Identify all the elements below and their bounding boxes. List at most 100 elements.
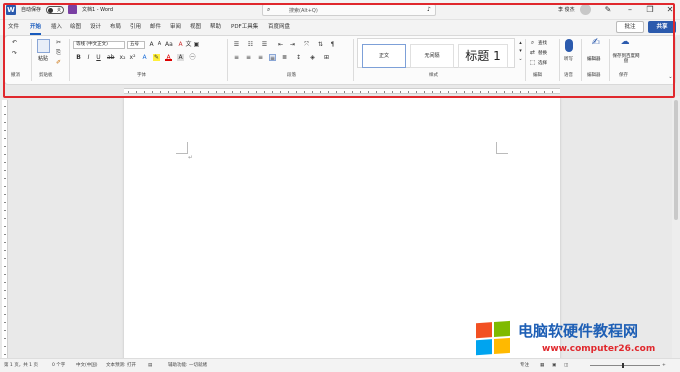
vertical-ruler[interactable] [2,100,8,358]
autosave-toggle[interactable]: 关 [46,6,64,14]
styles-more-icon[interactable]: ⌄ [517,56,524,63]
style-heading1[interactable]: 标题 1 [458,44,508,68]
find-icon[interactable]: ⌕ [529,39,536,46]
styles-scroll-down-icon[interactable]: ▾ [517,48,524,55]
clear-format-icon[interactable]: A [177,41,184,48]
save-to-baidu-label[interactable]: 保存到百度网盘 [611,54,641,64]
web-layout-icon[interactable]: ◫ [564,362,568,370]
read-mode-icon[interactable]: ▦ [540,362,544,370]
minimize-icon[interactable]: – [622,3,638,17]
chinese-layout-icon[interactable]: ⤧ [303,41,310,48]
replace-icon[interactable]: ⇄ [529,49,536,56]
zoom-slider[interactable] [590,365,660,366]
tab-file[interactable]: 文件 [8,23,19,32]
scrollbar-thumb[interactable] [674,100,678,220]
sort-icon[interactable]: ⇅ [317,41,324,48]
save-icon[interactable] [68,5,77,14]
enclose-char-icon[interactable]: ㊀ [189,54,196,61]
editor-label[interactable]: 编辑器 [587,56,601,62]
vertical-scrollbar[interactable] [672,96,680,358]
microphone-icon[interactable]: ♪ [427,6,431,13]
tab-draw[interactable]: 绘图 [70,23,81,32]
tab-help[interactable]: 帮助 [210,23,221,32]
char-border-icon[interactable]: ▣ [193,41,200,48]
numbering-icon[interactable]: ☷ [247,41,254,48]
tab-baidu-netdisk[interactable]: 百度网盘 [268,23,290,32]
collapse-ribbon-icon[interactable]: ⌄ [667,74,674,81]
grow-font-icon[interactable]: A [148,41,155,48]
multilevel-list-icon[interactable]: ☰ [261,41,268,48]
select-label[interactable]: 选择 [538,60,547,66]
copy-icon[interactable]: ⎘ [55,49,62,56]
decrease-indent-icon[interactable]: ⇤ [277,41,284,48]
show-marks-icon[interactable]: ¶ [329,41,336,48]
text-effects-icon[interactable]: A [141,54,148,61]
undo-icon[interactable]: ↶ [11,39,18,46]
align-left-icon[interactable]: ≡ [233,54,240,61]
cut-icon[interactable]: ✂ [55,39,62,46]
style-no-spacing[interactable]: 无间隔 [410,44,454,68]
text-prediction[interactable]: 文本预测: 打开 [106,362,136,370]
select-icon[interactable]: ⬚ [529,59,536,66]
highlight-color-icon[interactable]: ✎ [153,54,160,61]
borders-icon[interactable]: ⊞ [323,54,330,61]
search-box[interactable]: ⌕ 搜索(Alt+Q) ♪ [262,4,436,16]
line-spacing-icon[interactable]: ↕ [295,54,302,61]
phonetic-guide-icon[interactable]: 文 [185,41,192,48]
page-count[interactable]: 第 1 页，共 1 页 [4,362,38,370]
format-painter-icon[interactable]: ✐ [55,59,62,66]
baidu-cloud-icon[interactable]: ☁ [619,38,631,51]
underline-icon[interactable]: U [95,54,102,61]
tab-layout[interactable]: 布局 [110,23,121,32]
strikethrough-icon[interactable]: ab [107,54,115,61]
accessibility-status[interactable]: 辅助功能: 一切就绪 [168,362,207,370]
font-name-select[interactable]: 等线 (中文正文) [73,41,125,49]
superscript-icon[interactable]: x² [129,54,136,61]
increase-indent-icon[interactable]: ⇥ [289,41,296,48]
tab-review[interactable]: 审阅 [170,23,181,32]
share-button[interactable]: 共享 [648,21,676,33]
zoom-in-icon[interactable]: + [662,362,666,370]
tab-pdf-tools[interactable]: PDF工具集 [231,23,258,32]
user-name[interactable]: 李 俊杰 [558,6,575,14]
font-color-icon[interactable]: A [165,54,172,61]
editor-icon[interactable]: ✍ [590,38,602,51]
macro-icon[interactable]: ▤ [148,362,152,370]
subscript-icon[interactable]: x₂ [119,54,126,61]
shading-icon[interactable]: ◈ [309,54,316,61]
redo-icon[interactable]: ↷ [11,50,18,57]
horizontal-ruler[interactable] [124,88,560,94]
word-count[interactable]: 0 个字 [52,362,65,370]
tab-design[interactable]: 设计 [90,23,101,32]
change-case-icon[interactable]: Aa [165,41,173,48]
align-right-icon[interactable]: ≡ [257,54,264,61]
tab-view[interactable]: 视图 [190,23,201,32]
dictate-label[interactable]: 听写 [564,56,573,62]
align-center-icon[interactable]: ≡ [245,54,252,61]
close-icon[interactable]: ✕ [662,3,678,17]
tab-mailings[interactable]: 邮件 [150,23,161,32]
distributed-icon[interactable]: ≣ [281,54,288,61]
print-layout-icon[interactable]: ▣ [552,362,556,370]
paste-button-label[interactable]: 粘贴 [38,55,48,62]
justify-icon[interactable]: ≡ [269,54,276,62]
italic-icon[interactable]: I [85,54,92,61]
bold-icon[interactable]: B [75,54,82,61]
bullets-icon[interactable]: ☰ [233,41,240,48]
language[interactable]: 中文(中国) [76,362,98,370]
tab-references[interactable]: 引用 [130,23,141,32]
replace-label[interactable]: 替换 [538,50,547,56]
char-shading-icon[interactable]: A [177,54,184,61]
paste-icon[interactable] [37,39,50,53]
zoom-slider-handle[interactable] [622,363,624,368]
dictate-icon[interactable] [565,39,573,52]
avatar[interactable] [580,4,591,15]
restore-icon[interactable]: ❐ [642,3,658,17]
pen-icon[interactable]: ✎ [600,3,616,17]
tab-insert[interactable]: 插入 [51,23,62,32]
font-size-select[interactable]: 五号 [127,41,145,49]
shrink-font-icon[interactable]: A [156,41,163,48]
style-normal[interactable]: 正文 [362,44,406,68]
note-button[interactable]: 批注 [616,21,644,33]
focus-mode[interactable]: 专注 [520,362,529,370]
